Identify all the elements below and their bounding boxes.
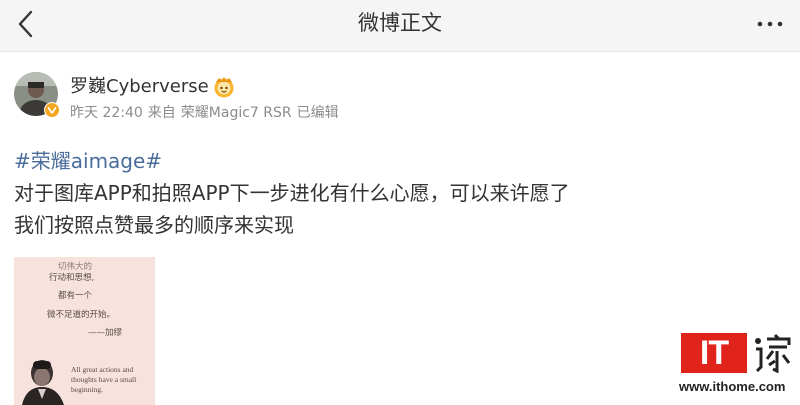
image-text-line-2: 行动和思想, xyxy=(49,273,95,283)
crown-badge-icon[interactable] xyxy=(211,74,237,100)
english-quote: All great actions and thoughts have a sm… xyxy=(71,365,136,395)
watermark-brand: IT xyxy=(681,333,747,373)
english-quote-line-2: thoughts have a small xyxy=(71,375,137,384)
watermark-url: www.ithome.com xyxy=(679,379,786,394)
hashtag-link[interactable]: #荣耀aimage# xyxy=(14,147,162,175)
image-text-line-4: 微不足道的开始。 xyxy=(47,310,116,320)
post-text-line-1: 对于图库APP和拍照APP下一步进化有什么心愿，可以来许愿了 xyxy=(14,181,570,205)
page-title: 微博正文 xyxy=(358,11,442,35)
post-time: 昨天 22:40 xyxy=(70,105,143,121)
english-quote-line-3: beginning. xyxy=(71,385,103,394)
english-quote-line-1: All great actions and xyxy=(71,365,134,374)
source-prefix: 来自 xyxy=(147,105,176,121)
author-name[interactable]: 罗巍Cyberverse xyxy=(70,75,209,99)
post-image[interactable]: 切伟大的 行动和思想, 都有一个 微不足道的开始。 ——加缪 All great… xyxy=(14,257,155,405)
verified-badge-icon xyxy=(44,102,60,118)
edited-label[interactable]: 已编辑 xyxy=(297,105,339,121)
more-dots-icon xyxy=(757,21,783,27)
top-nav-bar: 微博正文 xyxy=(0,0,800,52)
image-text-attribution: ——加缪 xyxy=(88,328,123,338)
post-text-line-2: 我们按照点赞最多的顺序来实现 xyxy=(14,213,294,237)
portrait-photo xyxy=(16,353,70,405)
author-avatar[interactable] xyxy=(14,72,60,118)
more-button[interactable] xyxy=(750,8,790,40)
post-meta: 昨天 22:40 来自 荣耀Magic7 RSR 已编辑 xyxy=(70,103,344,123)
image-text-line-3: 都有一个 xyxy=(58,291,93,301)
ithome-watermark: IT www.ithome.com xyxy=(677,333,795,403)
post-source[interactable]: 荣耀Magic7 RSR xyxy=(181,105,292,121)
watermark-home-glyph xyxy=(755,333,791,373)
